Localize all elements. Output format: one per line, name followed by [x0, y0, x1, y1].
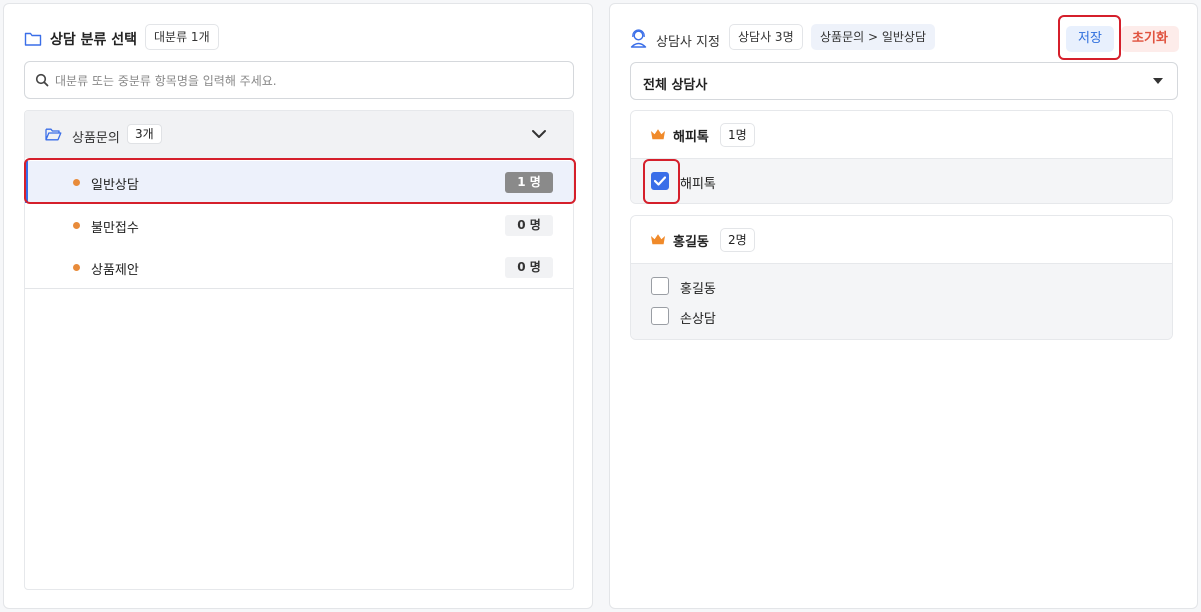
category-item-label: 상품제안	[91, 263, 139, 278]
crown-icon	[651, 129, 665, 140]
agent-item[interactable]: 손상담	[631, 302, 1172, 332]
checkbox[interactable]	[651, 307, 669, 325]
category-count-badge: 대분류 1개	[145, 24, 219, 50]
category-item-label: 일반상담	[91, 178, 139, 193]
panel-title: 상담사 지정	[656, 35, 720, 50]
agent-group-header: 홍길동 2명	[631, 216, 1172, 264]
agent-name: 손상담	[680, 312, 716, 327]
agent-assign-panel: 상담사 지정 상담사 3명 상품문의 > 일반상담 저장 초기화 전체 상담사 …	[609, 3, 1198, 609]
select-value: 전체 상담사	[643, 78, 708, 93]
category-group-label: 상품문의	[72, 131, 120, 146]
category-group-count: 3개	[127, 124, 162, 144]
checkbox-checked[interactable]	[651, 172, 669, 190]
agent-icon	[630, 29, 647, 48]
divider	[25, 288, 573, 289]
agent-group-name: 해피톡	[673, 130, 709, 145]
agent-group-members: 해피톡	[631, 159, 1172, 203]
agent-group-count: 2명	[720, 228, 755, 252]
agent-name: 해피톡	[680, 177, 716, 192]
open-folder-icon	[45, 128, 62, 141]
category-item-label: 불만접수	[91, 221, 139, 236]
category-panel: 상담 분류 선택 대분류 1개 상품문의 3개 일반상담 1 명 불만접수	[3, 3, 593, 609]
agent-group-count: 1명	[720, 123, 755, 147]
checkbox[interactable]	[651, 277, 669, 295]
reset-button[interactable]: 초기화	[1121, 26, 1179, 52]
search-box[interactable]	[24, 61, 574, 99]
agent-group-header: 해피톡 1명	[631, 111, 1172, 159]
panel-title: 상담 분류 선택	[50, 32, 138, 48]
agent-count-badge: 상담사 3명	[729, 24, 803, 50]
agent-group-card: 해피톡 1명 해피톡	[630, 110, 1173, 204]
agent-item[interactable]: 해피톡	[631, 167, 1172, 197]
category-group-header[interactable]: 상품문의 3개	[25, 111, 573, 158]
agent-item[interactable]: 홍길동	[631, 272, 1172, 302]
selected-path-badge: 상품문의 > 일반상담	[811, 24, 936, 50]
folder-icon	[24, 32, 42, 46]
bullet-dot	[73, 264, 80, 271]
category-item-suggestion[interactable]: 상품제안 0 명	[25, 246, 573, 288]
agent-group-members: 홍길동 손상담	[631, 264, 1172, 339]
crown-icon	[651, 234, 665, 245]
category-item-count: 0 명	[505, 215, 553, 236]
caret-down-icon	[1153, 78, 1163, 84]
search-input[interactable]	[55, 71, 555, 91]
agent-filter-select[interactable]: 전체 상담사	[630, 62, 1178, 100]
search-icon	[35, 73, 49, 87]
category-item-count: 0 명	[505, 257, 553, 278]
agent-group-card: 홍길동 2명 홍길동 손상담	[630, 215, 1173, 340]
bullet-dot	[73, 179, 80, 186]
agent-name: 홍길동	[680, 282, 716, 297]
category-item-complaint[interactable]: 불만접수 0 명	[25, 204, 573, 246]
category-tree: 상품문의 3개 일반상담 1 명 불만접수 0 명 상품제안 0 명	[24, 110, 574, 590]
category-item-general[interactable]: 일반상담 1 명	[25, 161, 573, 203]
chevron-down-icon[interactable]	[531, 128, 547, 140]
agent-group-name: 홍길동	[673, 235, 709, 250]
bullet-dot	[73, 222, 80, 229]
save-button[interactable]: 저장	[1066, 26, 1114, 52]
category-item-count: 1 명	[505, 172, 553, 193]
